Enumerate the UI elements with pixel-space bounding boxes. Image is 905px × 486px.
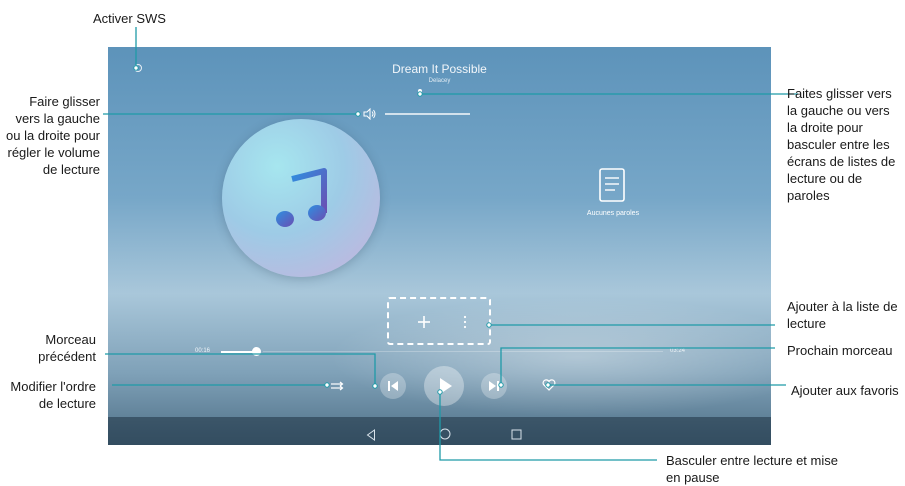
heart-icon[interactable]	[542, 379, 556, 391]
document-icon	[599, 168, 625, 202]
progress-track[interactable]	[263, 351, 663, 352]
volume-slider[interactable]	[385, 113, 470, 115]
play-icon	[440, 378, 452, 394]
progress-thumb[interactable]	[252, 347, 261, 356]
time-total: 03:24	[670, 348, 686, 354]
callout-volume: Faire glisser vers la gauche ou la droit…	[6, 94, 100, 177]
song-title: Dream It Possible	[392, 62, 487, 76]
progress-played	[221, 351, 256, 353]
recent-apps-icon[interactable]	[511, 429, 522, 440]
more-vertical-icon[interactable]	[463, 315, 467, 329]
time-elapsed: 00:16	[195, 348, 211, 354]
music-player-screen: Dream It Possible Delacey Aucunes parole…	[108, 47, 771, 445]
skip-previous-icon	[388, 381, 398, 391]
callout-playlist: Ajouter à la liste de lecture	[787, 299, 898, 331]
shuffle-icon[interactable]	[330, 380, 344, 392]
plus-icon[interactable]	[417, 315, 431, 329]
song-artist: Delacey	[428, 78, 451, 84]
callout-next: Prochain morceau	[787, 343, 893, 358]
next-track-button[interactable]	[481, 373, 507, 399]
callout-swipe: Faites glisser vers la gauche ou vers la…	[787, 86, 896, 203]
home-icon[interactable]	[439, 428, 451, 440]
skip-next-icon	[489, 381, 499, 391]
playlist-actions-highlight	[387, 297, 491, 345]
callout-favorites: Ajouter aux favoris	[791, 383, 899, 398]
callout-sws: Activer SWS	[93, 11, 166, 26]
back-icon[interactable]	[366, 429, 376, 441]
callout-previous: Morceau précédent	[38, 332, 96, 364]
page-indicator-dot	[418, 89, 422, 93]
lyrics-status: Aucunes paroles	[586, 210, 640, 217]
play-pause-button[interactable]	[424, 366, 464, 406]
callout-play-pause: Basculer entre lecture et mise en pause	[666, 453, 838, 485]
music-note-icon	[276, 168, 327, 227]
volume-icon[interactable]	[363, 108, 377, 120]
callout-shuffle: Modifier l'ordre de lecture	[10, 379, 96, 411]
album-art	[222, 119, 380, 277]
previous-track-button[interactable]	[380, 373, 406, 399]
